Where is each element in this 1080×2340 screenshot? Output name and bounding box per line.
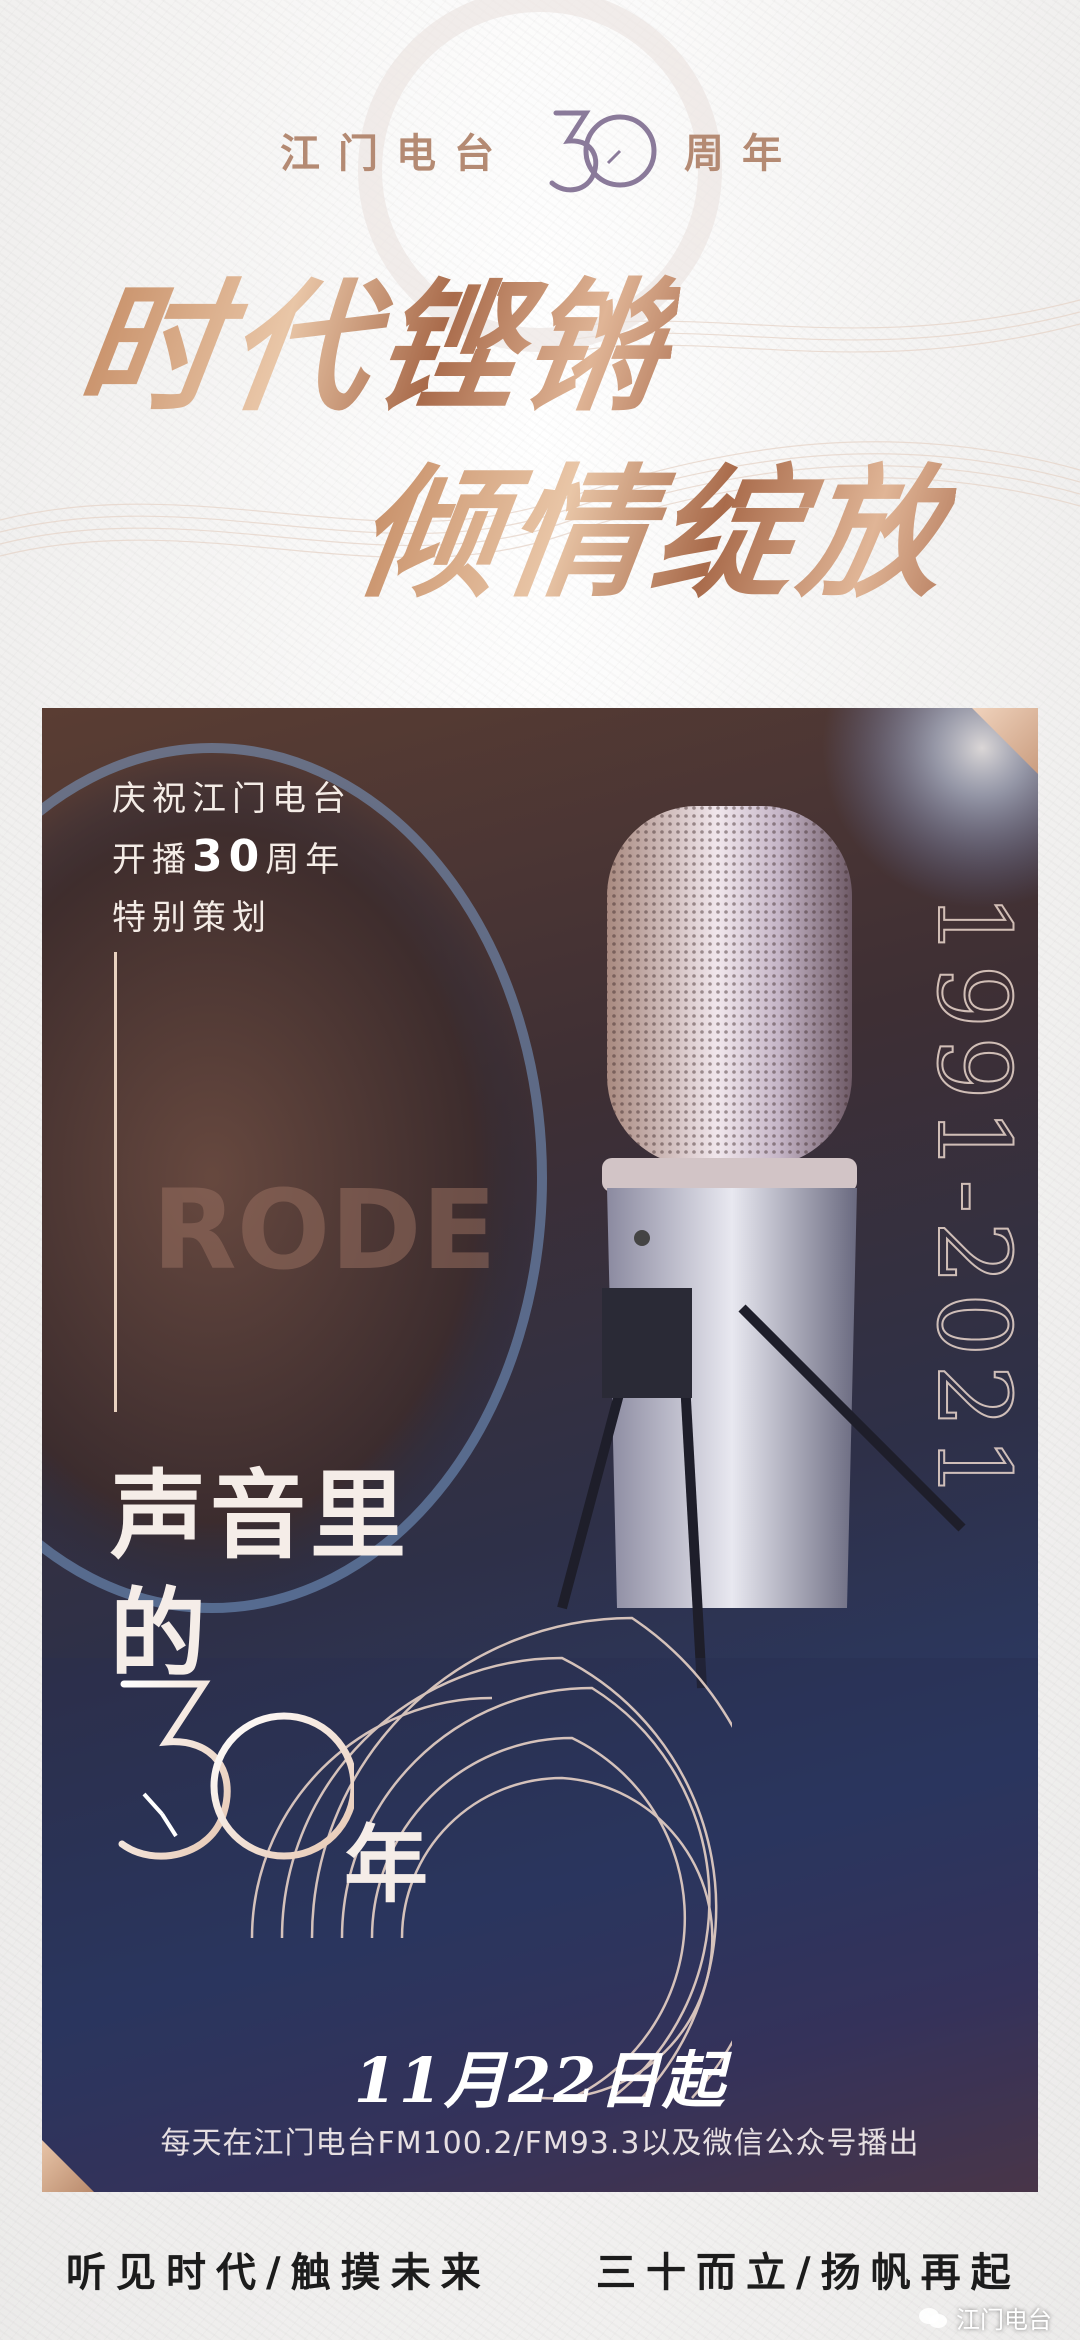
- poster-card: RODE 庆祝江门电台 开播30周年 特别策划 1991-2021 声音里 的 …: [42, 708, 1038, 2192]
- broadcast-start-date: 11月22日起: [353, 2044, 727, 2117]
- broadcast-schedule: 每天在江门电台FM100.2/FM93.3以及微信公众号播出: [160, 2126, 920, 2161]
- footer-slogan-left: 听见时代/触摸未来: [66, 2249, 491, 2296]
- intro-line-2-prefix: 开播: [112, 840, 192, 880]
- wechat-icon: [919, 2307, 947, 2328]
- intro-line-1: 庆祝江门电台: [112, 779, 352, 819]
- intro-line-2-suffix: 周年: [265, 840, 346, 880]
- title-year-suffix: 年: [344, 1815, 429, 1914]
- intro-line-2-number: 30: [192, 831, 266, 882]
- title-30-graphic-icon: [118, 1680, 354, 1860]
- year-range-vertical: 1991-2021: [914, 892, 1033, 1509]
- header-anniversary-label: 周年: [684, 130, 800, 177]
- header-station-name: 江门电台: [280, 130, 512, 177]
- footer-slogan-right: 三十而立/扬帆再起: [596, 2249, 1021, 2296]
- intro-text: 庆祝江门电台 开播30周年 特别策划: [112, 770, 352, 947]
- slogan-line-1: 时代铿锵: [68, 232, 689, 438]
- intro-line-3: 特别策划: [112, 898, 272, 938]
- header: 江门电台 周年: [0, 95, 1080, 205]
- intro-line-2: 开播30周年: [112, 828, 352, 889]
- anniversary-30-logo-icon: [549, 110, 657, 193]
- vertical-divider: [114, 952, 117, 1412]
- watermark-text: 江门电台: [956, 2306, 1052, 2334]
- wechat-watermark: 江门电台: [918, 2300, 1052, 2335]
- slogan-line-2: 倾情绽放: [346, 418, 967, 624]
- pop-filter-brand: RODE: [152, 1166, 497, 1294]
